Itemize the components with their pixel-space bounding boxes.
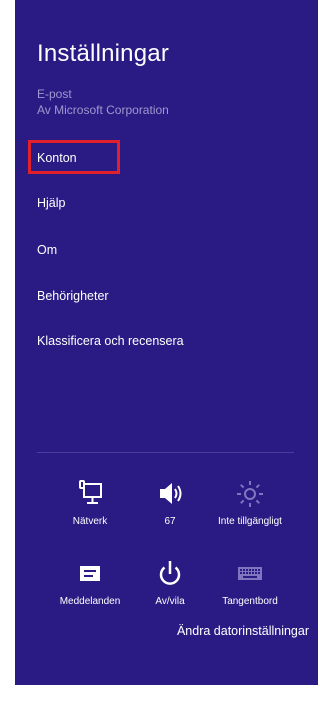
menu-item-om[interactable]: Om xyxy=(37,243,57,257)
app-name: E-post xyxy=(37,87,72,101)
app-publisher: Av Microsoft Corporation xyxy=(37,103,169,117)
menu-item-klassificera[interactable]: Klassificera och recensera xyxy=(37,334,184,348)
charm-title: Inställningar xyxy=(37,40,170,67)
brightness-tile[interactable]: Inte tillgängligt xyxy=(200,478,300,527)
keyboard-icon xyxy=(238,567,262,580)
notifications-icon xyxy=(80,566,100,581)
settings-charm: Inställningar E-post Av Microsoft Corpor… xyxy=(15,0,318,685)
brightness-icon xyxy=(237,481,263,507)
power-icon xyxy=(159,561,181,585)
menu-item-hjalp[interactable]: Hjälp xyxy=(37,196,66,210)
keyboard-label: Tangentbord xyxy=(222,596,278,607)
keyboard-tile[interactable]: Tangentbord xyxy=(200,558,300,607)
menu-item-behorigheter[interactable]: Behörigheter xyxy=(37,289,109,303)
divider xyxy=(37,452,294,453)
network-icon xyxy=(79,480,102,504)
brightness-label: Inte tillgängligt xyxy=(218,516,282,527)
volume-icon xyxy=(160,483,182,504)
change-pc-settings-link[interactable]: Ändra datorinställningar xyxy=(177,624,309,638)
menu-item-konton[interactable]: Konton xyxy=(37,151,77,165)
